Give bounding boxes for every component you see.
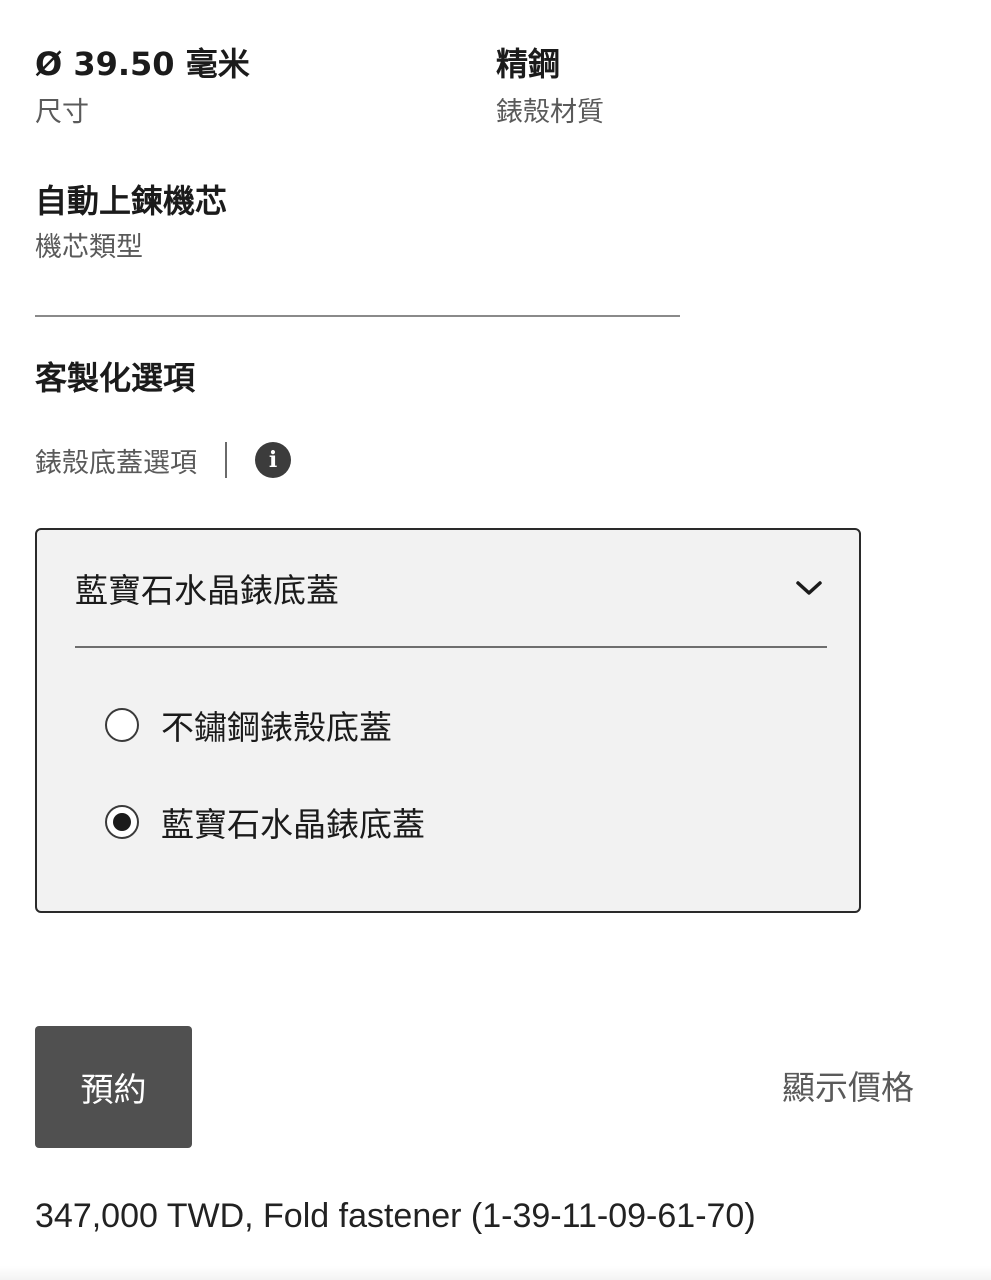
customization-title: 客製化選項 bbox=[35, 359, 196, 397]
spec-size-value: Ø 39.50 毫米 bbox=[35, 45, 250, 83]
spec-size-label: 尺寸 bbox=[35, 97, 89, 128]
radio-checked[interactable] bbox=[105, 805, 139, 839]
select-underline bbox=[75, 646, 827, 648]
option-label: 不鏽鋼錶殼底蓋 bbox=[161, 708, 392, 747]
option-stainless-steel-caseback[interactable]: 不鏽鋼錶殼底蓋 bbox=[105, 703, 392, 747]
show-price-link[interactable]: 顯示價格 bbox=[782, 1066, 914, 1110]
reserve-button[interactable]: 預約 bbox=[35, 1026, 192, 1148]
section-divider bbox=[35, 315, 680, 317]
radio-dot bbox=[113, 813, 131, 831]
info-icon[interactable]: i bbox=[255, 442, 291, 478]
caseback-option-label: 錶殼底蓋選項 bbox=[35, 447, 197, 479]
spec-case-material-value: 精鋼 bbox=[496, 45, 561, 83]
spec-case-material: 精鋼 錶殼材質 bbox=[496, 44, 604, 130]
spec-movement-value: 自動上鍊機芯 bbox=[35, 182, 228, 220]
spec-case-material-label: 錶殼材質 bbox=[496, 97, 604, 128]
caseback-select-panel: 藍寶石水晶錶底蓋 不鏽鋼錶殼底蓋 藍寶石水晶錶底蓋 bbox=[35, 528, 861, 913]
caseback-select-toggle[interactable]: 藍寶石水晶錶底蓋 bbox=[75, 562, 827, 614]
caseback-selected-value: 藍寶石水晶錶底蓋 bbox=[75, 571, 339, 610]
option-sapphire-crystal-caseback[interactable]: 藍寶石水晶錶底蓋 bbox=[105, 800, 425, 844]
chevron-down-icon[interactable] bbox=[791, 570, 827, 606]
price-reference-text: 347,000 TWD, Fold fastener (1-39-11-09-6… bbox=[35, 1197, 756, 1235]
option-label: 藍寶石水晶錶底蓋 bbox=[161, 805, 425, 844]
spec-size: Ø 39.50 毫米 尺寸 bbox=[35, 44, 250, 130]
spec-movement-label: 機芯類型 bbox=[35, 232, 143, 263]
caseback-option-header: 錶殼底蓋選項 i bbox=[35, 440, 291, 480]
bottom-fade bbox=[0, 1266, 991, 1280]
label-separator bbox=[225, 442, 227, 478]
radio-unchecked[interactable] bbox=[105, 708, 139, 742]
spec-movement: 自動上鍊機芯 機芯類型 bbox=[35, 181, 227, 265]
